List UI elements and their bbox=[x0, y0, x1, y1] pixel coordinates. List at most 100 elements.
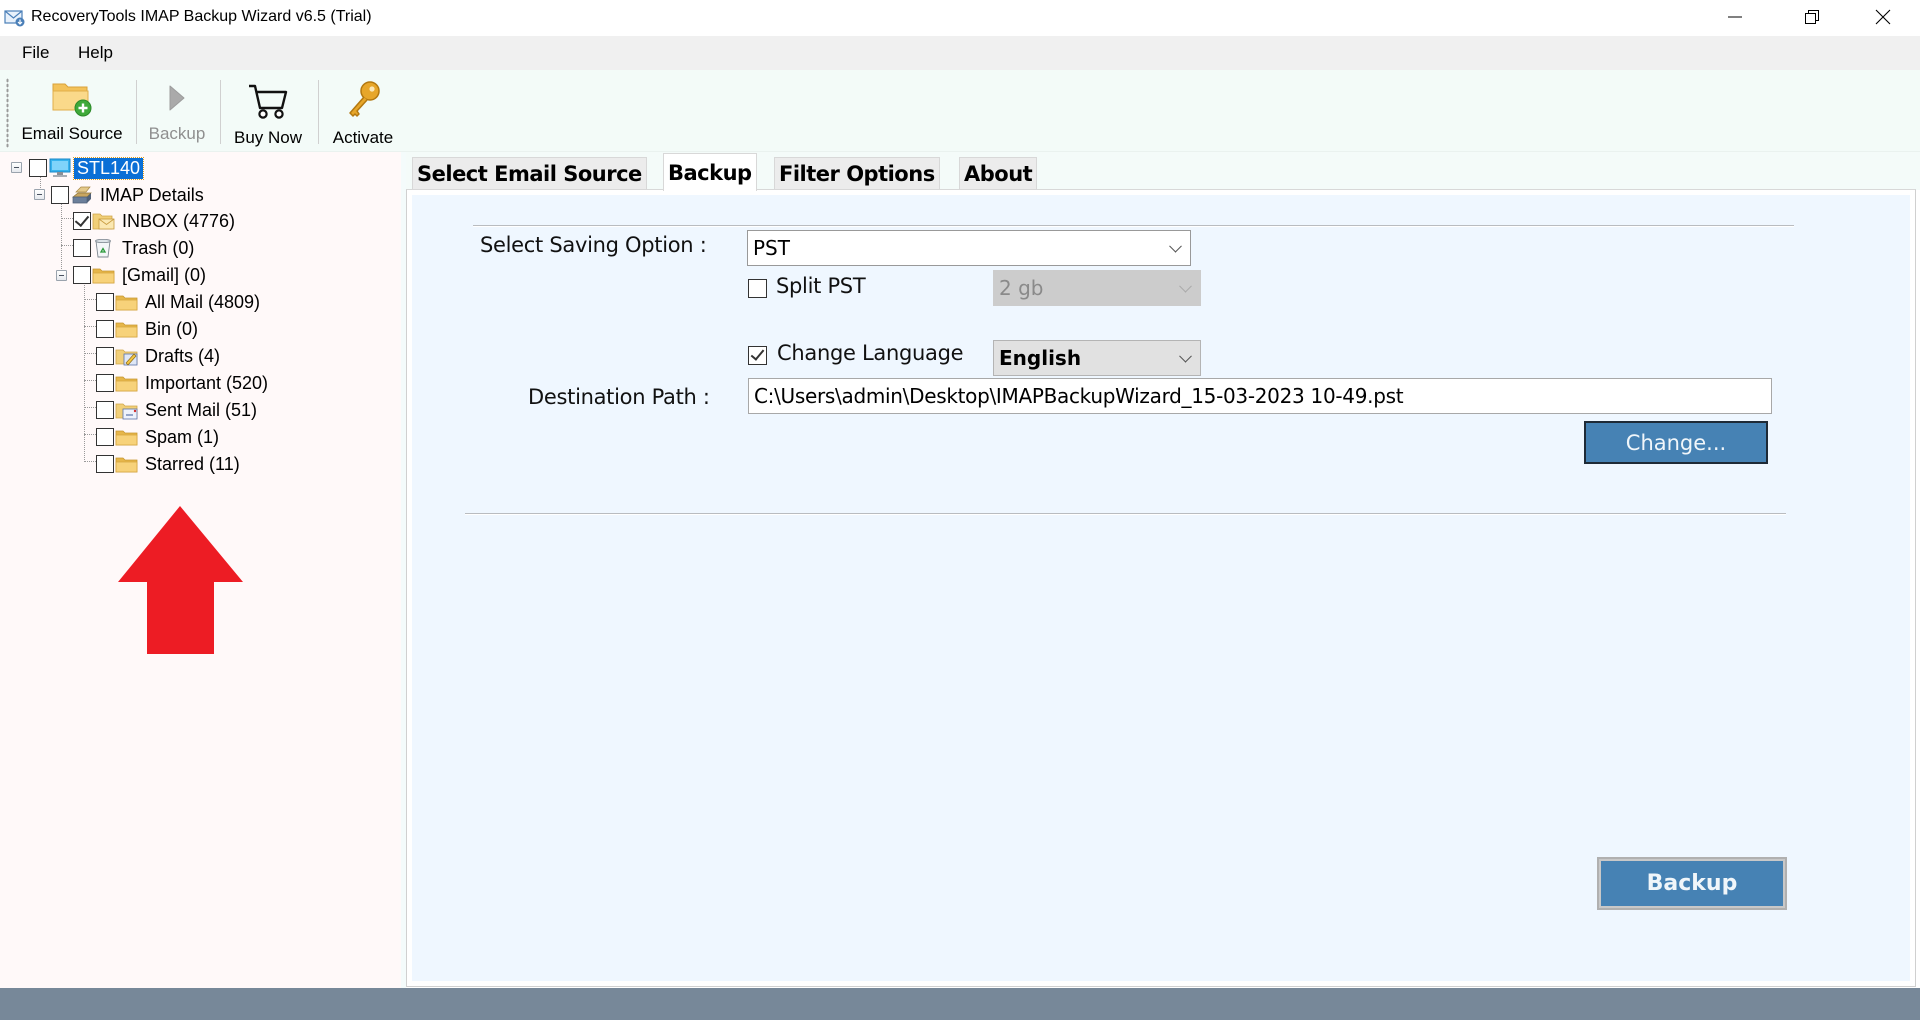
tree-label-sent-mail[interactable]: Sent Mail (51) bbox=[145, 400, 257, 421]
tree-node-trash[interactable]: Trash (0) bbox=[73, 236, 194, 260]
important-checkbox[interactable] bbox=[96, 374, 114, 392]
cart-icon bbox=[249, 84, 288, 119]
language-select[interactable]: English bbox=[993, 340, 1201, 376]
tree-connector bbox=[84, 326, 96, 327]
email-source-button[interactable]: Email Source bbox=[16, 74, 128, 148]
change-language-checkbox[interactable] bbox=[748, 346, 767, 365]
folder-icon bbox=[115, 322, 138, 338]
buy-now-button[interactable]: Buy Now bbox=[226, 74, 310, 148]
split-pst-label: Split PST bbox=[776, 274, 866, 298]
destination-path-input[interactable]: C:\Users\admin\Desktop\IMAPBackupWizard_… bbox=[748, 378, 1772, 414]
tree-label-trash[interactable]: Trash (0) bbox=[122, 238, 194, 259]
chevron-down-icon bbox=[1179, 279, 1192, 293]
tree-label-root[interactable]: STL140 bbox=[72, 156, 145, 180]
collapse-toggle[interactable] bbox=[34, 189, 45, 200]
menu-file[interactable]: File bbox=[22, 43, 49, 63]
tree-label-drafts[interactable]: Drafts (4) bbox=[145, 346, 220, 367]
tree-node-gmail[interactable]: [Gmail] (0) bbox=[73, 263, 206, 287]
toolbar-grip[interactable] bbox=[6, 78, 9, 148]
tree-connector bbox=[61, 218, 73, 219]
tree-label-inbox[interactable]: INBOX (4776) bbox=[122, 211, 235, 232]
inbox-checkbox[interactable] bbox=[73, 212, 91, 230]
sent-folder-icon bbox=[115, 403, 138, 420]
email-source-label: Email Source bbox=[21, 124, 123, 143]
drafts-folder-icon bbox=[115, 349, 138, 366]
tree-node-imap-details[interactable]: IMAP Details bbox=[51, 183, 204, 207]
split-size-select[interactable]: 2 gb bbox=[993, 270, 1201, 306]
tab-select-email-source[interactable]: Select Email Source bbox=[412, 157, 647, 190]
computer-icon bbox=[49, 158, 71, 177]
tree-connector bbox=[61, 245, 73, 246]
change-path-button[interactable]: Change... bbox=[1584, 421, 1768, 464]
window-title: RecoveryTools IMAP Backup Wizard v6.5 (T… bbox=[31, 8, 372, 25]
language-value: English bbox=[999, 346, 1082, 370]
tree-connector bbox=[61, 195, 62, 277]
tree-node-starred[interactable]: Starred (11) bbox=[96, 452, 240, 476]
tree-label-imap-details[interactable]: IMAP Details bbox=[100, 185, 204, 206]
app-envelope-icon bbox=[4, 10, 25, 27]
close-button[interactable] bbox=[1848, 0, 1918, 34]
menu-help[interactable]: Help bbox=[78, 43, 113, 63]
backup-button[interactable]: Backup bbox=[1597, 857, 1787, 910]
tree-connector bbox=[84, 299, 96, 300]
recycle-bin-icon bbox=[95, 238, 111, 258]
tab-label: About bbox=[964, 162, 1033, 186]
tree-connector bbox=[84, 353, 96, 354]
spam-checkbox[interactable] bbox=[96, 428, 114, 446]
tree-label-all-mail[interactable]: All Mail (4809) bbox=[145, 292, 260, 313]
tree-node-important[interactable]: Important (520) bbox=[96, 371, 268, 395]
folder-icon bbox=[92, 268, 115, 284]
saving-option-select[interactable]: PST bbox=[747, 230, 1191, 266]
imap-details-checkbox[interactable] bbox=[51, 186, 69, 204]
tab-filter-options[interactable]: Filter Options bbox=[774, 157, 940, 190]
activate-button[interactable]: Activate bbox=[324, 74, 402, 148]
collapse-toggle[interactable] bbox=[56, 270, 67, 281]
backup-button-label: Backup bbox=[1646, 871, 1738, 896]
backup-toolbar-button[interactable]: Backup bbox=[140, 74, 214, 148]
inbox-folder-icon bbox=[92, 213, 115, 230]
tree-node-drafts[interactable]: Drafts (4) bbox=[96, 344, 220, 368]
imap-stack-icon bbox=[72, 186, 92, 204]
tree-label-starred[interactable]: Starred (11) bbox=[145, 454, 240, 475]
tree-label-important[interactable]: Important (520) bbox=[145, 373, 268, 394]
tree-label-bin[interactable]: Bin (0) bbox=[145, 319, 198, 340]
close-icon bbox=[1875, 9, 1891, 25]
tree-node-spam[interactable]: Spam (1) bbox=[96, 425, 219, 449]
bottom-separator bbox=[465, 513, 1786, 515]
tree-node-root[interactable]: STL140 bbox=[29, 156, 145, 180]
top-separator bbox=[473, 225, 1794, 227]
tree-label-spam[interactable]: Spam (1) bbox=[145, 427, 219, 448]
tree-node-bin[interactable]: Bin (0) bbox=[96, 317, 198, 341]
tree-connector bbox=[84, 461, 96, 462]
tree-node-all-mail[interactable]: All Mail (4809) bbox=[96, 290, 260, 314]
bin-checkbox[interactable] bbox=[96, 320, 114, 338]
backup-toolbar-label: Backup bbox=[148, 124, 206, 143]
change-button-label: Change... bbox=[1625, 430, 1727, 455]
tab-about[interactable]: About bbox=[959, 157, 1038, 190]
root-checkbox[interactable] bbox=[29, 159, 47, 177]
split-size-value: 2 gb bbox=[999, 276, 1044, 300]
tab-label: Select Email Source bbox=[417, 162, 642, 186]
starred-checkbox[interactable] bbox=[96, 455, 114, 473]
menu-bar: File Help bbox=[0, 36, 1920, 70]
red-arrow-annotation bbox=[118, 506, 243, 654]
status-bar bbox=[0, 988, 1920, 1020]
gmail-checkbox[interactable] bbox=[73, 266, 91, 284]
folder-add-icon bbox=[52, 83, 92, 117]
collapse-toggle[interactable] bbox=[11, 162, 22, 173]
tree-node-sent-mail[interactable]: Sent Mail (51) bbox=[96, 398, 257, 422]
title-bar: RecoveryTools IMAP Backup Wizard v6.5 (T… bbox=[0, 0, 1920, 36]
tree-node-inbox[interactable]: INBOX (4776) bbox=[73, 209, 235, 233]
activate-label: Activate bbox=[332, 128, 394, 147]
destination-path-label: Destination Path : bbox=[528, 385, 710, 409]
sent-mail-checkbox[interactable] bbox=[96, 401, 114, 419]
restore-button[interactable] bbox=[1777, 0, 1847, 34]
minimize-button[interactable] bbox=[1700, 0, 1770, 34]
tree-label-gmail[interactable]: [Gmail] (0) bbox=[122, 265, 206, 286]
drafts-checkbox[interactable] bbox=[96, 347, 114, 365]
all-mail-checkbox[interactable] bbox=[96, 293, 114, 311]
play-icon bbox=[169, 85, 185, 111]
tab-backup[interactable]: Backup bbox=[663, 153, 757, 191]
trash-checkbox[interactable] bbox=[73, 239, 91, 257]
split-pst-checkbox[interactable] bbox=[748, 279, 767, 298]
